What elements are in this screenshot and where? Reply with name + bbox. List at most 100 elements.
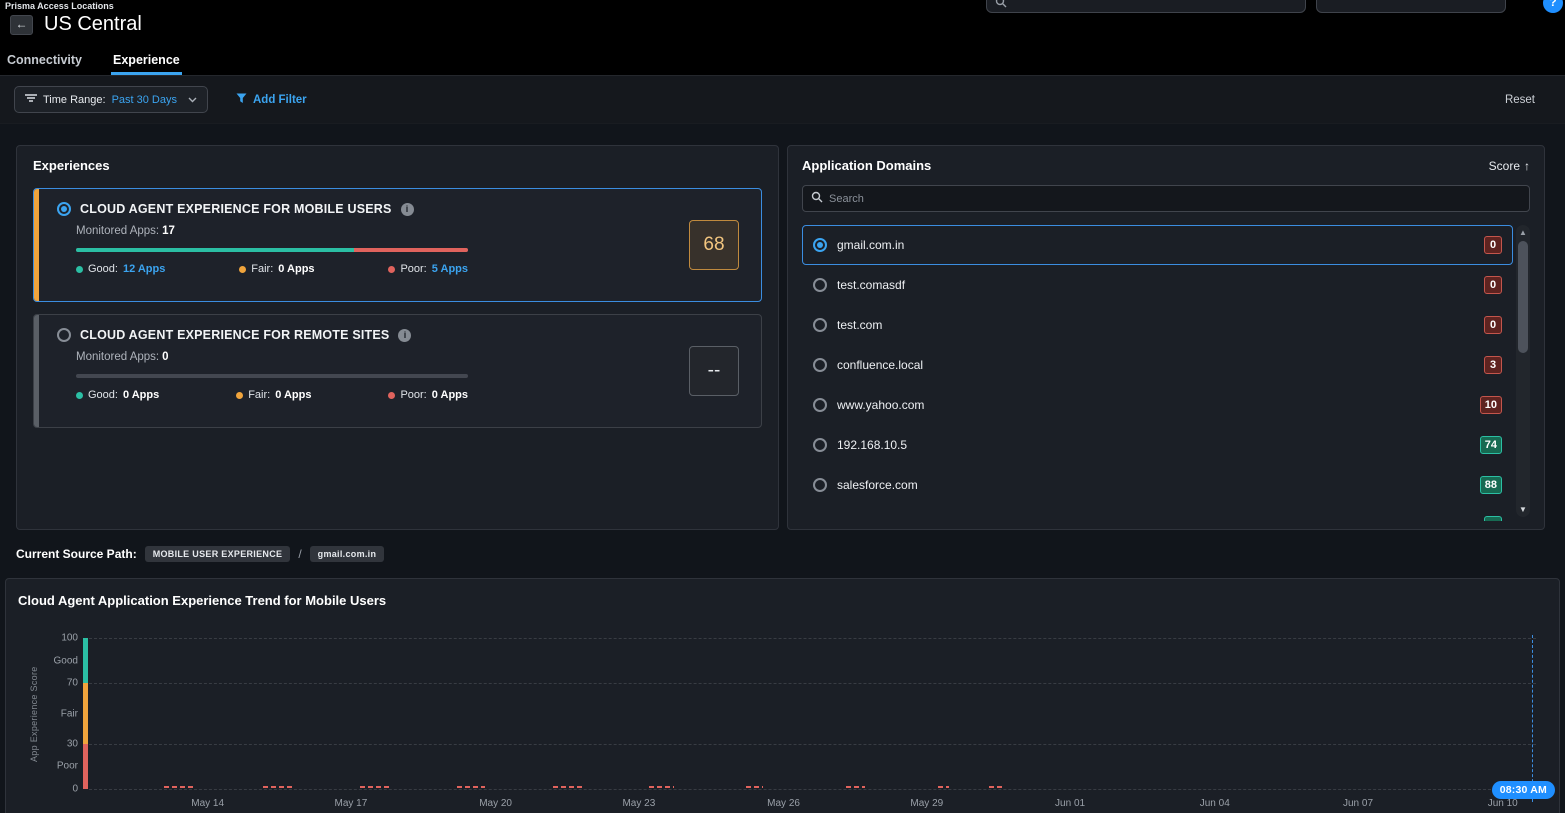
- band-good: [83, 638, 88, 683]
- good-stat: Good:0 Apps: [76, 389, 159, 401]
- y-axis-ticks: 100Good70Fair30Poor0: [6, 638, 78, 789]
- trend-series-segment: [746, 786, 763, 788]
- domain-score-badge: 0: [1484, 236, 1502, 254]
- scroll-up-icon[interactable]: ▲: [1516, 228, 1530, 237]
- monitored-apps-label: Monitored Apps:: [76, 225, 159, 237]
- domain-radio-button[interactable]: [813, 238, 827, 252]
- time-range-filter[interactable]: Time Range: Past 30 Days: [14, 86, 208, 113]
- domain-list-scrollbar[interactable]: ▲ ▼: [1516, 225, 1530, 517]
- score-sort-button[interactable]: Score ↑: [1489, 159, 1530, 173]
- domain-row[interactable]: salesforce.com88: [802, 465, 1513, 505]
- tab-experience[interactable]: Experience: [111, 48, 182, 75]
- domain-name: confluence.local: [837, 358, 1474, 372]
- domain-name: test.comasdf: [837, 278, 1474, 292]
- current-time-badge: 08:30 AM: [1492, 781, 1555, 799]
- domain-row[interactable]: www.yahoo.com10: [802, 385, 1513, 425]
- domain-row[interactable]: gmail.com.in 0: [802, 225, 1513, 265]
- domain-row[interactable]: confluence.local 3: [802, 345, 1513, 385]
- y-tick-label: 0: [72, 784, 78, 795]
- domain-radio-button[interactable]: [813, 438, 827, 452]
- monitored-apps: Monitored Apps:0: [76, 351, 761, 363]
- experience-radio[interactable]: [57, 328, 71, 342]
- domain-row[interactable]: test.com0: [802, 305, 1513, 345]
- trend-panel: Cloud Agent Application Experience Trend…: [5, 578, 1560, 813]
- trend-title: Cloud Agent Application Experience Trend…: [18, 593, 1547, 608]
- app-header: Prisma Access Locations ← US Central ?: [0, 0, 1565, 48]
- x-tick-label: May 29: [910, 798, 943, 809]
- back-button[interactable]: ←: [10, 15, 33, 35]
- scrollbar-thumb[interactable]: [1518, 241, 1528, 353]
- domain-row[interactable]: 192.168.10.574: [802, 425, 1513, 465]
- domain-score-badge: 0: [1484, 276, 1502, 294]
- domain-name: 192.168.10.5: [837, 438, 1470, 452]
- experience-title: CLOUD AGENT EXPERIENCE FOR REMOTE SITES: [80, 328, 389, 342]
- domain-search-box[interactable]: [802, 185, 1530, 212]
- reset-button[interactable]: Reset: [1505, 94, 1535, 106]
- sort-ascending-icon: ↑: [1524, 159, 1530, 173]
- good-dot-icon: [76, 392, 83, 399]
- sort-label: Score: [1489, 159, 1520, 173]
- time-range-label: Time Range:: [43, 94, 106, 106]
- monitored-apps: Monitored Apps:17: [76, 225, 761, 237]
- domain-score-badge: [1484, 516, 1502, 521]
- apps-legend: Good:0 Apps Fair:0 Apps Poor:0 Apps: [76, 389, 468, 401]
- add-filter-button[interactable]: Add Filter: [236, 93, 307, 107]
- poor-dot-icon: [388, 266, 395, 273]
- trend-series-segment: [938, 786, 948, 788]
- topbar-dropdown[interactable]: [1316, 0, 1506, 13]
- experience-card-mobile-users[interactable]: CLOUD AGENT EXPERIENCE FOR MOBILE USERS …: [33, 188, 762, 302]
- stat-value[interactable]: 5 Apps: [432, 263, 468, 275]
- domain-score-badge: 3: [1484, 356, 1502, 374]
- global-search-input[interactable]: [986, 0, 1306, 13]
- y-tick-label: 70: [67, 678, 78, 689]
- y-tick-label: Good: [54, 655, 78, 666]
- fair-dot-icon: [236, 392, 243, 399]
- screen: Prisma Access Locations ← US Central ? C…: [0, 0, 1565, 813]
- monitored-apps-label: Monitored Apps:: [76, 351, 159, 363]
- x-tick-label: Jun 10: [1488, 798, 1518, 809]
- domain-radio-button[interactable]: [813, 318, 827, 332]
- stat-label: Fair:: [248, 389, 270, 401]
- gridline: [89, 789, 1536, 790]
- source-path-segment-domain[interactable]: gmail.com.in: [310, 546, 385, 562]
- info-icon[interactable]: i: [401, 203, 414, 216]
- experience-radio[interactable]: [57, 202, 71, 216]
- y-tick-label: Fair: [61, 708, 78, 719]
- info-icon[interactable]: i: [398, 329, 411, 342]
- source-path-segment-experience[interactable]: MOBILE USER EXPERIENCE: [145, 546, 291, 562]
- experience-card-remote-sites[interactable]: CLOUD AGENT EXPERIENCE FOR REMOTE SITES …: [33, 314, 762, 428]
- experiences-panel: Experiences CLOUD AGENT EXPERIENCE FOR M…: [16, 145, 779, 530]
- score-accent-bar: [34, 189, 39, 301]
- current-time-line: [1532, 635, 1533, 802]
- domain-name: www.yahoo.com: [837, 398, 1470, 412]
- stat-value[interactable]: 12 Apps: [123, 263, 165, 275]
- gridline: [89, 744, 1536, 745]
- domain-radio-button[interactable]: [813, 278, 827, 292]
- score-bands-strip: [83, 638, 88, 789]
- help-icon[interactable]: ?: [1543, 0, 1563, 13]
- good-dot-icon: [76, 266, 83, 273]
- domain-radio-button[interactable]: [813, 358, 827, 372]
- fair-stat: Fair: 0 Apps: [236, 389, 311, 401]
- domain-search-input[interactable]: [829, 193, 1521, 205]
- time-range-value: Past 30 Days: [112, 94, 177, 106]
- domain-radio-button[interactable]: [813, 398, 827, 412]
- trend-plot: May 14May 17May 20May 23May 26May 29Jun …: [89, 638, 1536, 789]
- poor-dot-icon: [388, 392, 395, 399]
- domain-name: gmail.com.in: [837, 238, 1474, 252]
- domain-radio-button[interactable]: [813, 478, 827, 492]
- poor-stat: Poor:5 Apps: [388, 263, 468, 275]
- scroll-down-icon[interactable]: ▼: [1516, 505, 1530, 514]
- current-source-path: Current Source Path: MOBILE USER EXPERIE…: [16, 544, 1565, 564]
- fair-stat: Fair:0 Apps: [239, 263, 314, 275]
- domain-name: salesforce.com: [837, 478, 1470, 492]
- x-tick-label: May 26: [767, 798, 800, 809]
- stat-value: 0 Apps: [275, 389, 311, 401]
- x-tick-label: Jun 04: [1200, 798, 1230, 809]
- domain-row[interactable]: test.comasdf 0: [802, 265, 1513, 305]
- application-domains-title: Application Domains: [802, 158, 931, 173]
- x-tick-label: May 20: [479, 798, 512, 809]
- application-domains-panel: Application Domains Score ↑ gmail.com.in…: [787, 145, 1545, 530]
- experience-score: --: [689, 346, 739, 396]
- tab-connectivity[interactable]: Connectivity: [5, 48, 84, 75]
